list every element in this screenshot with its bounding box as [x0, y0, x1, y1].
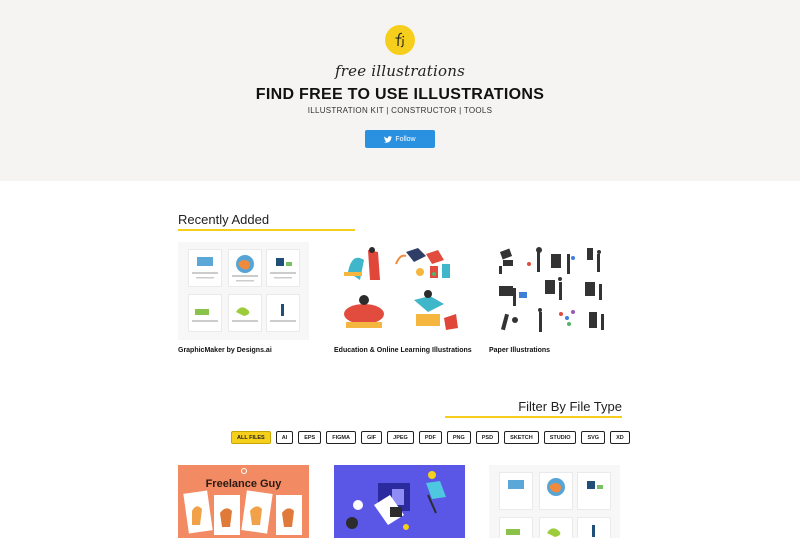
- paper-preview-image: [499, 247, 604, 332]
- twitter-follow-button[interactable]: Follow: [365, 130, 435, 148]
- recently-added-underline: [178, 229, 355, 231]
- card-thumbnail[interactable]: [334, 242, 465, 340]
- card-graphicmaker[interactable]: GraphicMaker by Designs.ai: [178, 242, 309, 354]
- graphicmaker-preview-image: [192, 255, 296, 322]
- filter-png[interactable]: PNG: [446, 431, 471, 444]
- page-subtitle: ILLUSTRATION KIT | CONSTRUCTOR | TOOLS: [307, 106, 493, 115]
- graphicmaker-result-preview-image: [506, 478, 603, 537]
- filter-studio[interactable]: STUDIO: [543, 431, 577, 444]
- card-caption[interactable]: GraphicMaker by Designs.ai: [178, 347, 309, 354]
- filter-heading: Filter By File Type: [518, 399, 622, 414]
- filter-gif[interactable]: GIF: [360, 431, 383, 444]
- freelance-guy-preview-image: [183, 468, 302, 535]
- site-logo[interactable]: [385, 25, 415, 55]
- recently-added-heading: Recently Added: [178, 212, 270, 227]
- filter-ai[interactable]: AI: [275, 431, 294, 444]
- card-caption[interactable]: Paper Illustrations: [489, 347, 620, 354]
- freelance-guy-title: Freelance Guy: [205, 478, 282, 490]
- follow-button-label: Follow: [395, 135, 416, 143]
- result-card-freelance-guy[interactable]: Freelance Guy: [178, 465, 309, 538]
- filter-heading-underline: [445, 416, 622, 418]
- result-card-graphicmaker[interactable]: [489, 465, 620, 538]
- filter-psd[interactable]: PSD: [475, 431, 500, 444]
- file-type-filter-bar: ALL FILES AI EPS FIGMA GIF JPEG PDF PNG …: [231, 431, 630, 444]
- card-thumbnail[interactable]: [178, 242, 309, 340]
- filter-xd[interactable]: XD: [610, 431, 630, 444]
- filter-sketch[interactable]: SKETCH: [504, 431, 539, 444]
- site-brand-name: free illustrations: [335, 62, 465, 80]
- card-thumbnail[interactable]: [489, 242, 620, 340]
- filter-eps[interactable]: EPS: [298, 431, 322, 444]
- page-title: FIND FREE TO USE ILLUSTRATIONS: [255, 86, 545, 103]
- twitter-bird-icon: [384, 135, 393, 143]
- card-education-illustrations[interactable]: Education & Online Learning Illustration…: [334, 242, 472, 354]
- card-paper-illustrations[interactable]: Paper Illustrations: [489, 242, 620, 354]
- filter-all-files[interactable]: ALL FILES: [231, 431, 271, 444]
- purple-illustration-preview-image: [346, 471, 446, 530]
- filter-pdf[interactable]: PDF: [418, 431, 442, 444]
- filter-figma[interactable]: FIGMA: [326, 431, 356, 444]
- filter-svg[interactable]: SVG: [581, 431, 606, 444]
- result-card-purple-illustration[interactable]: [334, 465, 465, 538]
- card-caption[interactable]: Education & Online Learning Illustration…: [334, 347, 472, 354]
- logo-fi-icon: [395, 32, 405, 48]
- hero-banner: free illustrations FIND FREE TO USE ILLU…: [0, 0, 800, 181]
- education-preview-image: [344, 247, 458, 330]
- filter-jpeg[interactable]: JPEG: [387, 431, 414, 444]
